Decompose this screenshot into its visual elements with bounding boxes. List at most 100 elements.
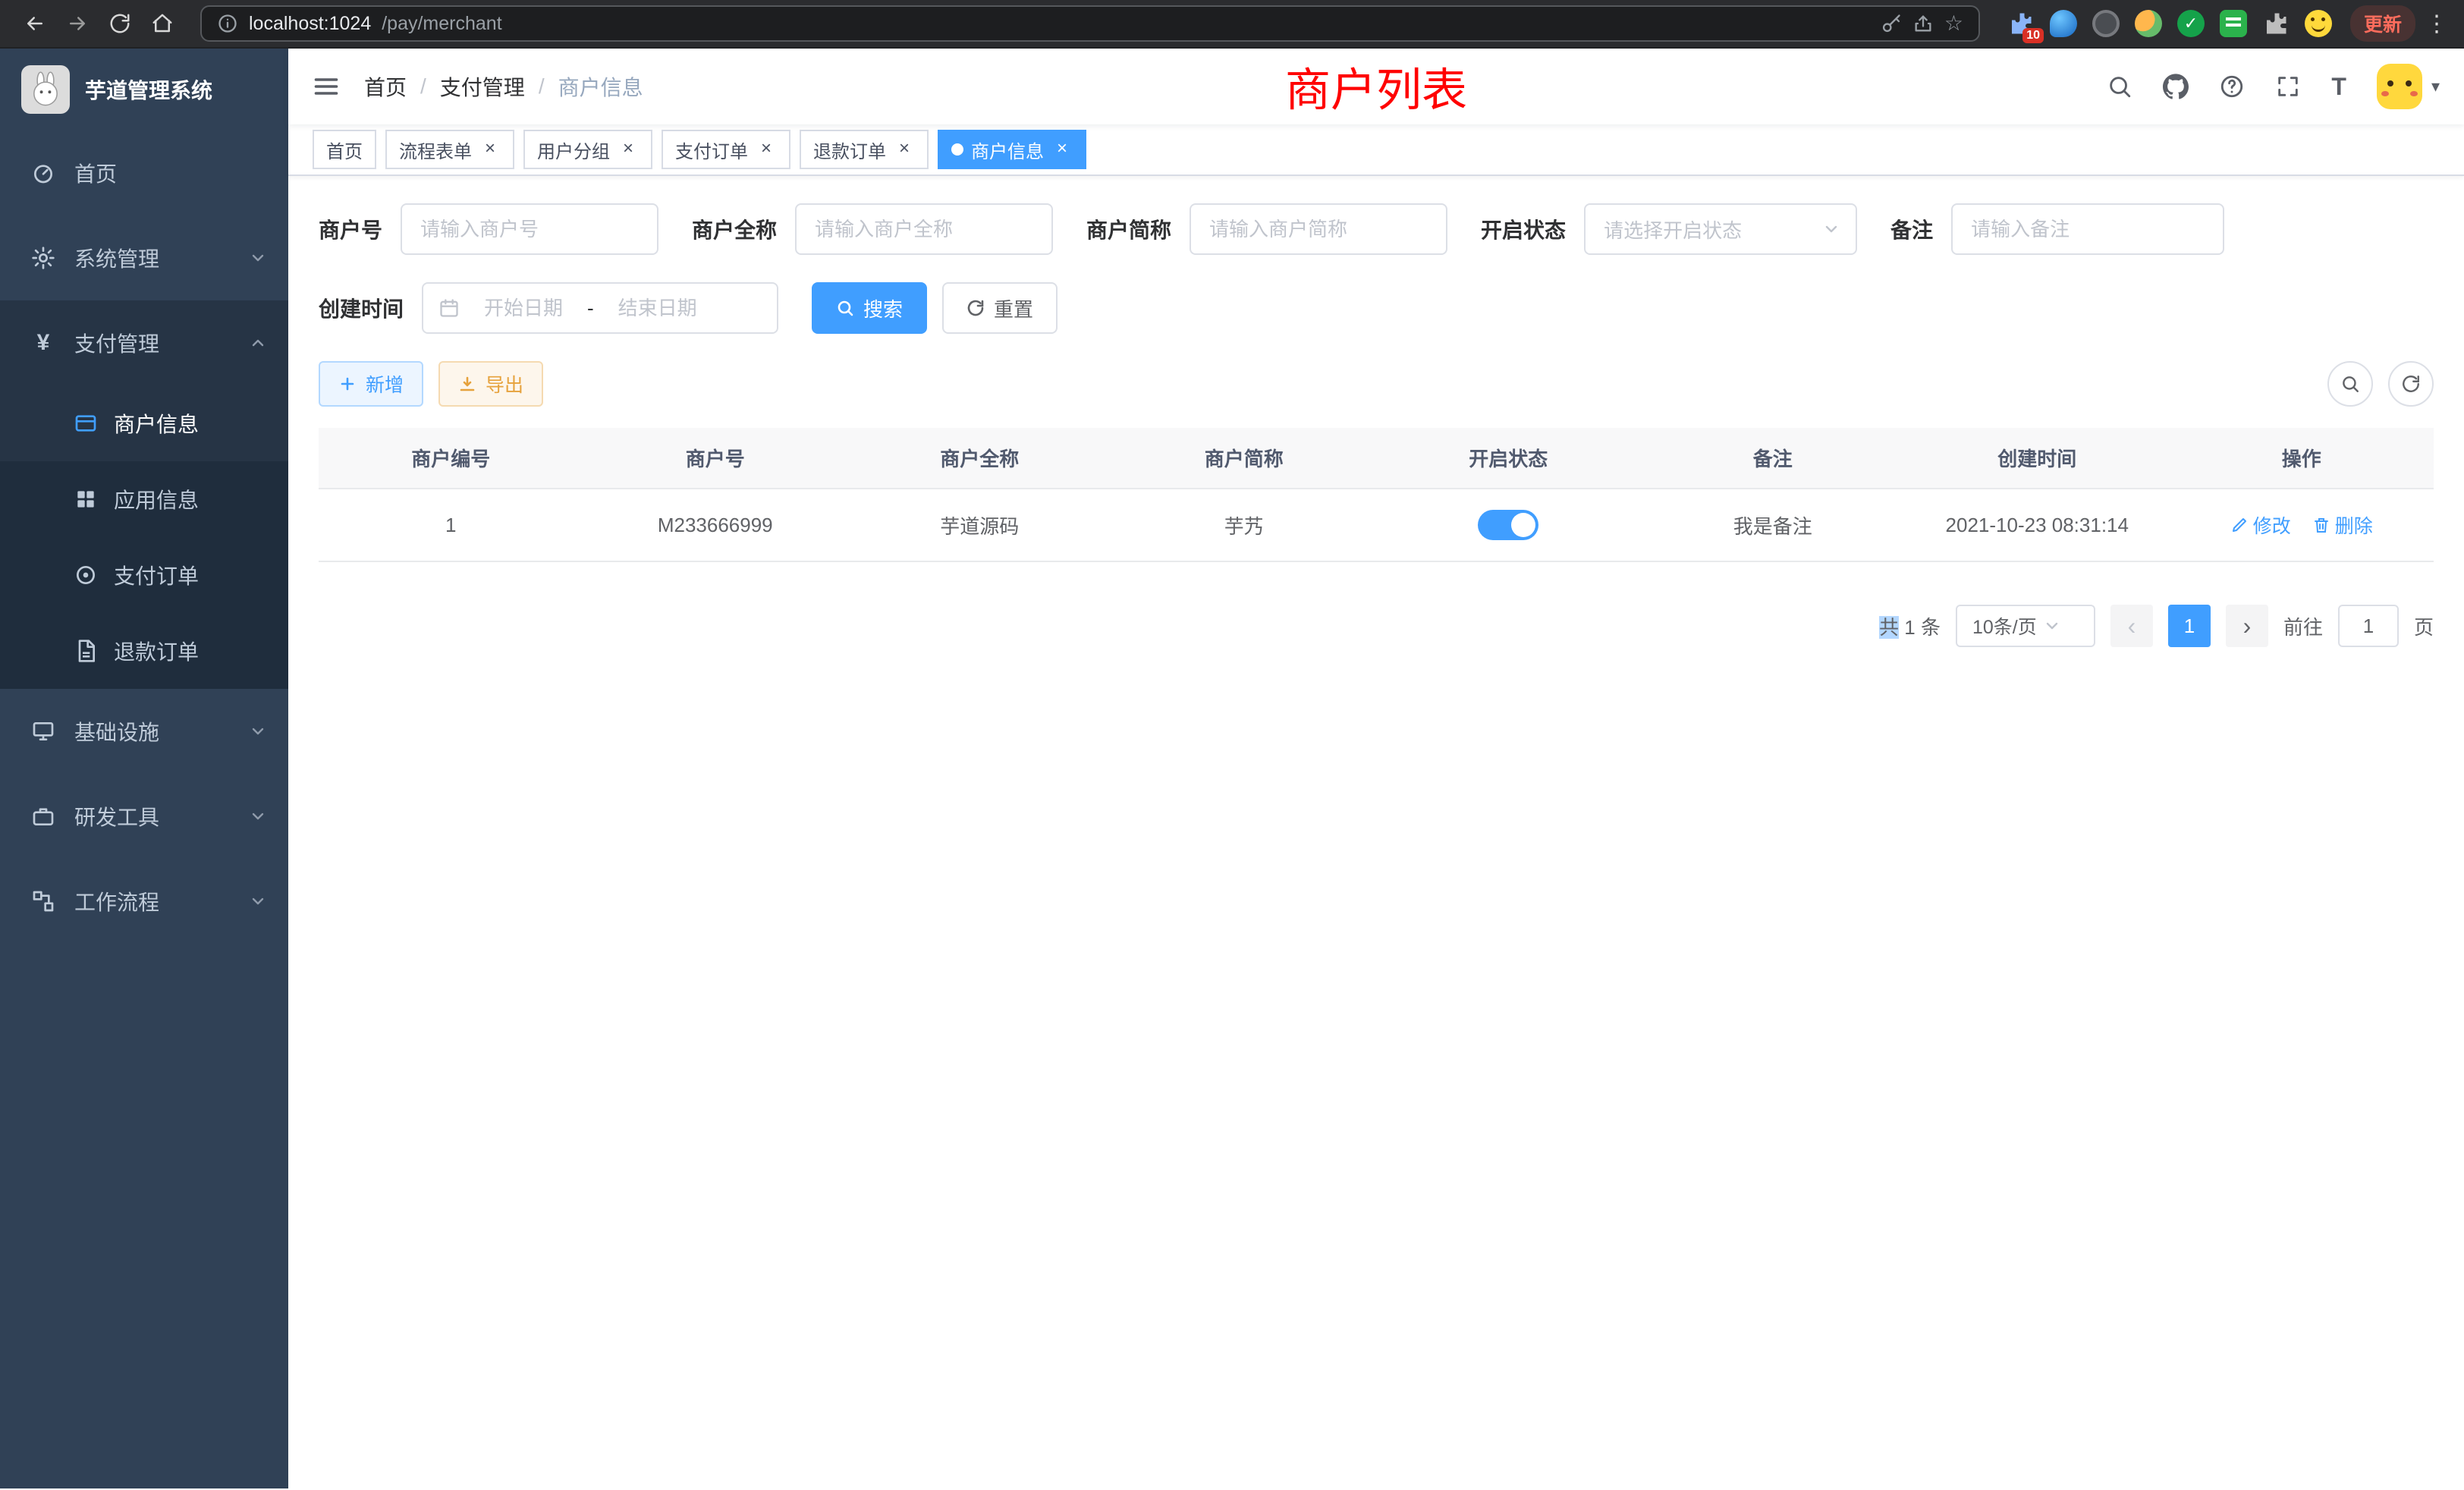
breadcrumb-home[interactable]: 首页 bbox=[364, 71, 407, 102]
cell-remark: 我是备注 bbox=[1641, 489, 1906, 561]
refresh-table-button[interactable] bbox=[2388, 361, 2434, 407]
breadcrumb-payment[interactable]: 支付管理 bbox=[440, 71, 525, 102]
table-toolbar: 新增 导出 bbox=[319, 361, 2434, 407]
tab-user-group[interactable]: 用户分组× bbox=[523, 130, 652, 169]
sidebar-item-app-info[interactable]: 应用信息 bbox=[0, 461, 288, 537]
goto-page-input[interactable] bbox=[2338, 605, 2399, 647]
merchant-table: 商户编号 商户号 商户全称 商户简称 开启状态 备注 创建时间 操作 1 M23… bbox=[319, 428, 2434, 562]
prev-page-button[interactable]: ‹ bbox=[2110, 605, 2153, 647]
search-button[interactable]: 搜索 bbox=[812, 282, 927, 334]
main-area: 首页 / 支付管理 / 商户信息 商户列表 T ▾ 首页 流 bbox=[288, 49, 2464, 1488]
start-date-input[interactable] bbox=[469, 297, 578, 320]
next-page-button[interactable]: › bbox=[2226, 605, 2268, 647]
browser-menu-icon[interactable]: ⋮ bbox=[2425, 11, 2449, 37]
extension-avatar-icon[interactable] bbox=[2135, 10, 2162, 37]
dashboard-icon bbox=[30, 160, 56, 186]
help-icon[interactable] bbox=[2219, 74, 2245, 99]
sidebar-item-system[interactable]: 系统管理 bbox=[0, 215, 288, 300]
extension-check-icon[interactable]: ✓ bbox=[2177, 10, 2205, 37]
pagination: 共 1 条 10条/页 ‹ 1 › 前往 页 bbox=[319, 605, 2434, 647]
browser-update-button[interactable]: 更新 bbox=[2350, 5, 2415, 42]
browser-toolbar: localhost:1024/pay/merchant ☆ 10 ✓ 更新 ⋮ bbox=[0, 0, 2464, 49]
rabbit-logo-icon bbox=[21, 65, 70, 114]
sidebar-item-home[interactable]: 首页 bbox=[0, 130, 288, 215]
remark-input[interactable] bbox=[1951, 203, 2224, 255]
tab-merchant-info[interactable]: 商户信息 × bbox=[938, 130, 1086, 169]
fontsize-icon[interactable]: T bbox=[2331, 74, 2346, 99]
merchant-full-name-input[interactable] bbox=[795, 203, 1053, 255]
sidebar-item-infrastructure[interactable]: 基础设施 bbox=[0, 689, 288, 774]
tab-label: 商户信息 bbox=[971, 137, 1044, 163]
active-dot bbox=[951, 143, 963, 156]
date-range-picker[interactable]: - bbox=[422, 282, 778, 334]
reset-button-label: 重置 bbox=[994, 294, 1033, 322]
url-bar[interactable]: localhost:1024/pay/merchant ☆ bbox=[200, 5, 1980, 42]
sidebar-item-workflow[interactable]: 工作流程 bbox=[0, 859, 288, 944]
add-button[interactable]: 新增 bbox=[319, 361, 423, 407]
close-icon[interactable]: × bbox=[756, 139, 777, 160]
sidebar-item-merchant-info[interactable]: 商户信息 bbox=[0, 385, 288, 461]
page-size-select[interactable]: 10条/页 bbox=[1956, 605, 2095, 647]
status-select[interactable]: 请选择开启状态 bbox=[1584, 203, 1857, 255]
extension-notes-icon[interactable] bbox=[2220, 10, 2247, 37]
tab-home[interactable]: 首页 bbox=[313, 130, 376, 169]
tab-refund-order[interactable]: 退款订单× bbox=[800, 130, 929, 169]
sidebar-item-payment[interactable]: ¥ 支付管理 bbox=[0, 300, 288, 385]
export-button[interactable]: 导出 bbox=[438, 361, 543, 407]
cell-create-time: 2021-10-23 08:31:14 bbox=[1905, 489, 2170, 561]
sidebar-item-label: 工作流程 bbox=[74, 886, 249, 916]
status-toggle[interactable] bbox=[1478, 510, 1538, 540]
toggle-search-button[interactable] bbox=[2327, 361, 2373, 407]
sidebar-item-label: 支付订单 bbox=[114, 560, 288, 590]
key-icon[interactable] bbox=[1881, 13, 1902, 34]
home-icon[interactable] bbox=[143, 4, 182, 43]
sidebar-item-label: 支付管理 bbox=[74, 328, 249, 358]
info-icon[interactable] bbox=[217, 13, 238, 34]
fullscreen-icon[interactable] bbox=[2275, 74, 2301, 99]
sidebar-item-dev-tools[interactable]: 研发工具 bbox=[0, 774, 288, 859]
bank-card-icon bbox=[73, 410, 99, 436]
close-icon[interactable]: × bbox=[894, 139, 915, 160]
delete-button[interactable]: 删除 bbox=[2312, 511, 2373, 539]
tab-process-form[interactable]: 流程表单× bbox=[385, 130, 514, 169]
extension-drop-icon[interactable] bbox=[2050, 10, 2077, 37]
github-icon[interactable] bbox=[2163, 74, 2189, 99]
extension-smiley-icon[interactable] bbox=[2305, 10, 2332, 37]
avatar[interactable] bbox=[2377, 64, 2422, 109]
sidebar-item-label: 商户信息 bbox=[114, 408, 288, 439]
close-icon[interactable]: × bbox=[618, 139, 639, 160]
sidebar-item-pay-order[interactable]: 支付订单 bbox=[0, 537, 288, 613]
workflow-icon bbox=[30, 888, 56, 914]
merchant-short-name-input[interactable] bbox=[1190, 203, 1447, 255]
edit-button[interactable]: 修改 bbox=[2230, 511, 2291, 539]
extensions-puzzle-icon[interactable]: 10 bbox=[2007, 10, 2035, 37]
sidebar: 芋道管理系统 首页 系统管理 ¥ 支付管理 商户信息 应用信息 支付订单 bbox=[0, 49, 288, 1488]
tab-label: 支付订单 bbox=[675, 137, 748, 163]
sidebar-item-refund-order[interactable]: 退款订单 bbox=[0, 613, 288, 689]
extension-disk-icon[interactable] bbox=[2092, 10, 2120, 37]
reset-button[interactable]: 重置 bbox=[942, 282, 1058, 334]
user-menu[interactable]: ▾ bbox=[2377, 64, 2440, 109]
share-icon[interactable] bbox=[1912, 13, 1934, 34]
search-icon[interactable] bbox=[2107, 74, 2132, 99]
back-icon[interactable] bbox=[15, 4, 55, 43]
field-label: 商户全称 bbox=[692, 214, 777, 244]
page-number-1[interactable]: 1 bbox=[2168, 605, 2211, 647]
download-icon bbox=[458, 375, 476, 393]
close-icon[interactable]: × bbox=[1051, 139, 1073, 160]
close-icon[interactable]: × bbox=[479, 139, 501, 160]
extension-puzzle-icon[interactable] bbox=[2262, 10, 2290, 37]
tab-pay-order[interactable]: 支付订单 × bbox=[662, 130, 790, 169]
reload-icon[interactable] bbox=[100, 4, 140, 43]
bookmark-star-icon[interactable]: ☆ bbox=[1944, 13, 1963, 34]
merchant-no-input[interactable] bbox=[401, 203, 658, 255]
add-button-label: 新增 bbox=[366, 370, 404, 398]
chevron-down-icon bbox=[249, 249, 267, 267]
delete-button-label: 删除 bbox=[2335, 511, 2373, 539]
sidebar-logo[interactable]: 芋道管理系统 bbox=[0, 49, 288, 130]
hamburger-icon[interactable] bbox=[288, 73, 364, 100]
toolbox-icon bbox=[30, 803, 56, 829]
end-date-input[interactable] bbox=[603, 297, 712, 320]
forward-icon[interactable] bbox=[58, 4, 97, 43]
breadcrumb-separator: / bbox=[420, 74, 426, 99]
